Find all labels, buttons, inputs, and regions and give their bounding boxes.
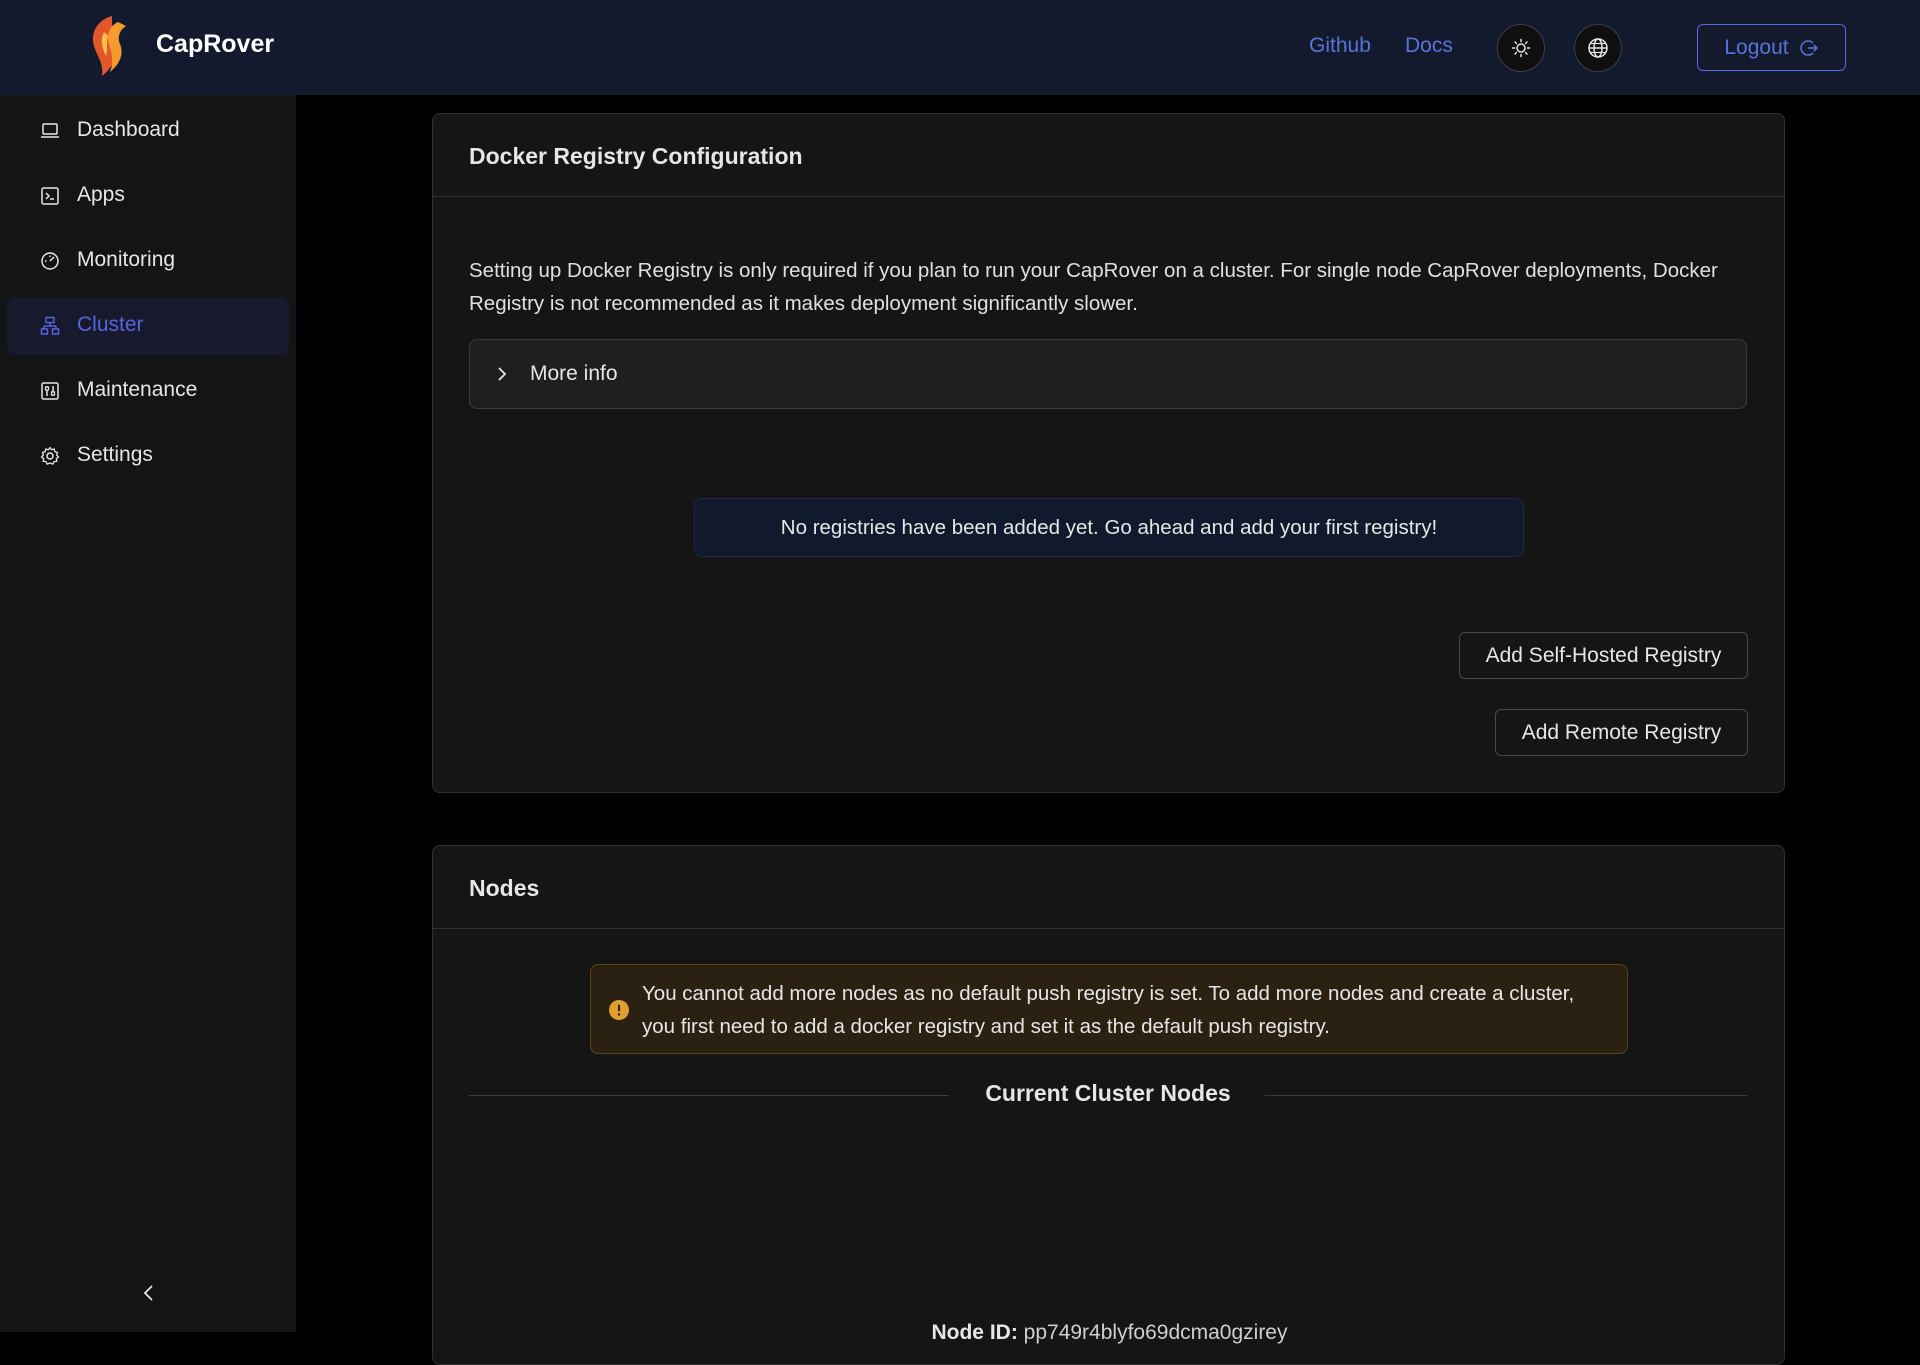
app-name: CapRover (156, 30, 275, 58)
globe-icon (1588, 38, 1608, 58)
sidebar-item-apps[interactable]: Apps (7, 167, 289, 225)
sidebar-item-maintenance[interactable]: Maintenance (7, 362, 289, 420)
sidebar-item-cluster[interactable]: Cluster (7, 297, 289, 355)
registry-card: Docker Registry Configuration Setting up… (432, 113, 1785, 793)
current-cluster-nodes-heading: Current Cluster Nodes (985, 1080, 1231, 1106)
sidebar-item-label: Apps (77, 183, 125, 206)
sidebar-item-label: Monitoring (77, 248, 176, 271)
docs-link[interactable]: Docs (1405, 34, 1453, 58)
sidebar-collapse-button[interactable] (135, 1279, 163, 1307)
theme-toggle-button[interactable] (1497, 24, 1545, 72)
node-id-value: pp749r4blyfo69dcma0gzirey (1023, 1321, 1288, 1344)
sidebar-item-dashboard[interactable]: Dashboard (7, 102, 289, 160)
chevron-left-icon (143, 1285, 153, 1301)
cluster-icon (40, 316, 60, 335)
node-id-row: Node ID: pp749r4blyfo69dcma0gzirey (433, 1321, 1786, 1345)
registry-card-title: Docker Registry Configuration (433, 114, 1784, 197)
no-registries-alert: No registries have been added yet. Go ah… (694, 498, 1524, 557)
add-remote-registry-button[interactable]: Add Remote Registry (1495, 709, 1748, 756)
sun-icon (1511, 38, 1531, 58)
chevron-right-icon (498, 367, 507, 381)
top-header: CapRover Github Docs Logout (0, 0, 1920, 95)
add-self-hosted-registry-button[interactable]: Add Self-Hosted Registry (1459, 632, 1748, 679)
current-cluster-nodes-divider: Current Cluster Nodes (469, 1080, 1747, 1110)
more-info-label: More info (530, 362, 618, 385)
registry-description: Setting up Docker Registry is only requi… (469, 259, 1718, 315)
no-push-registry-warning: You cannot add more nodes as no default … (590, 964, 1628, 1054)
more-info-collapse[interactable]: More info (469, 339, 1747, 409)
nodes-card-title: Nodes (433, 846, 1784, 929)
sidebar-item-label: Cluster (77, 313, 144, 336)
sidebar-item-monitoring[interactable]: Monitoring (7, 232, 289, 290)
github-link[interactable]: Github (1309, 34, 1371, 58)
sidebar-item-label: Dashboard (77, 118, 180, 141)
sidebar: Dashboard Apps Monitoring Cluster Mainte… (0, 95, 296, 1332)
gear-icon (40, 446, 60, 465)
node-id-label: Node ID: (931, 1321, 1018, 1344)
laptop-icon (41, 123, 59, 138)
logout-button[interactable]: Logout (1697, 24, 1846, 71)
logout-label: Logout (1724, 35, 1789, 59)
sidebar-item-settings[interactable]: Settings (7, 427, 289, 485)
caprover-logo (84, 12, 130, 80)
nodes-card: Nodes You cannot add more nodes as no de… (432, 845, 1785, 1365)
logout-icon (1799, 39, 1818, 56)
language-button[interactable] (1574, 24, 1622, 72)
control-icon (41, 382, 59, 400)
sidebar-item-label: Maintenance (77, 378, 198, 401)
warning-icon (609, 1000, 629, 1020)
warning-text: You cannot add more nodes as no default … (642, 982, 1575, 1038)
dashboard-gauge-icon (41, 252, 59, 270)
caprover-logo-icon (92, 16, 126, 76)
sidebar-item-label: Settings (77, 443, 153, 466)
no-registries-message: No registries have been added yet. Go ah… (780, 515, 1438, 539)
code-icon (41, 187, 59, 205)
